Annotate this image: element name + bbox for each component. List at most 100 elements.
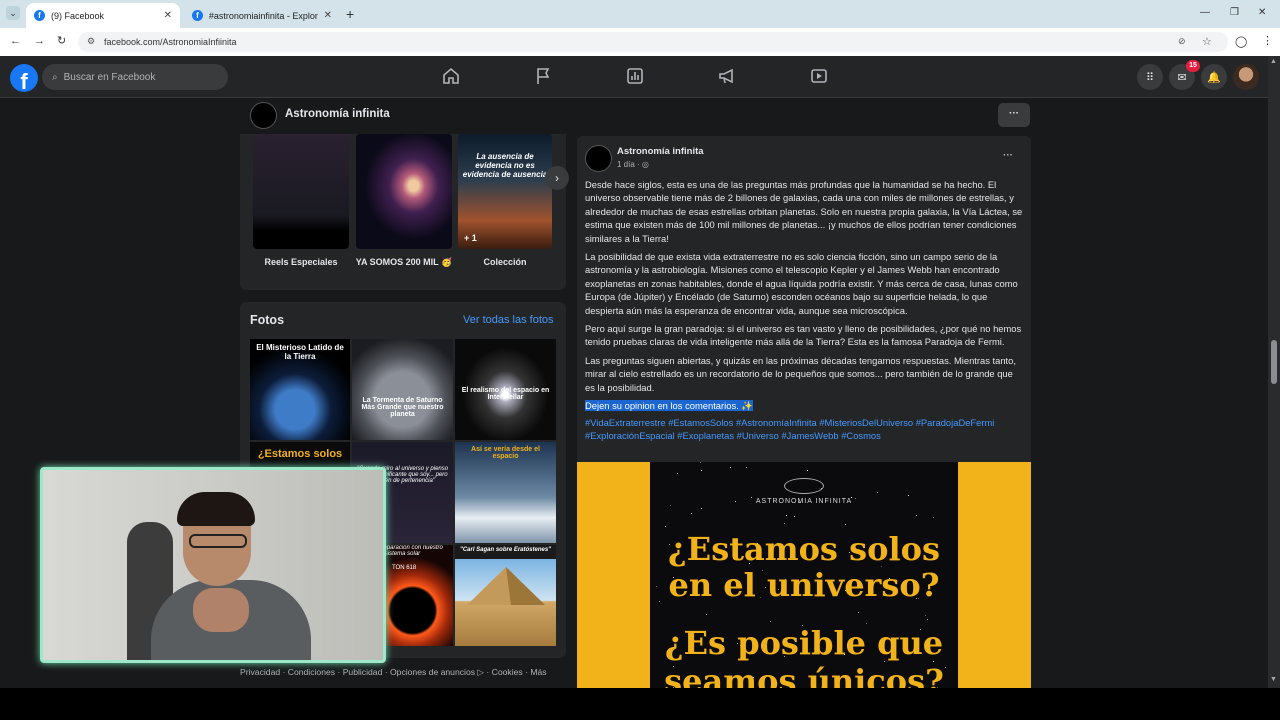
featured-item-reels[interactable] bbox=[253, 134, 349, 249]
poster-star bbox=[691, 513, 692, 514]
tab-search-icon[interactable]: ⌄ bbox=[6, 6, 20, 20]
poster-star bbox=[701, 470, 702, 471]
new-tab-button[interactable]: + bbox=[346, 6, 354, 22]
featured-item-coleccion[interactable]: La ausencia de evidencia no es evidencia… bbox=[458, 134, 552, 249]
post-author-name[interactable]: Astronomía infinita bbox=[617, 146, 704, 157]
avatar[interactable] bbox=[1233, 64, 1259, 90]
ads-megaphone-icon[interactable] bbox=[717, 66, 737, 86]
webcam-person-hand bbox=[193, 588, 249, 632]
extension-muted-icon[interactable]: ⊘ bbox=[1178, 36, 1186, 47]
page-header: Astronomía infinita ··· bbox=[0, 98, 1268, 134]
page-title: Astronomía infinita bbox=[285, 108, 390, 120]
post-body: Desde hace siglos, esta es una de las pr… bbox=[585, 178, 1023, 442]
facebook-favicon-icon: f bbox=[192, 10, 203, 21]
poster-line-4: seamos únicos? bbox=[664, 662, 944, 688]
search-icon: ⌕ bbox=[52, 71, 58, 83]
browser-address-bar: ← → ↻ ⚙ facebook.com/AstronomiaInfiinita… bbox=[0, 28, 1280, 56]
notifications-bell-icon[interactable]: 🔔 bbox=[1201, 64, 1227, 90]
featured-overlay-text: La ausencia de evidencia no es evidencia… bbox=[462, 152, 548, 179]
photo-thumb[interactable]: La Tormenta de Saturno Más Grande que nu… bbox=[352, 339, 453, 440]
post-menu-button[interactable]: ··· bbox=[1003, 150, 1013, 161]
page-scrollbar[interactable]: ▲ ▼ bbox=[1268, 56, 1280, 688]
notification-badge: 15 bbox=[1186, 60, 1200, 72]
screen-bottom-bar bbox=[0, 688, 1280, 720]
globe-icon: ◎ bbox=[641, 160, 649, 169]
poster-star bbox=[706, 614, 707, 615]
back-icon[interactable]: ← bbox=[10, 35, 21, 47]
page-more-button[interactable]: ··· bbox=[998, 103, 1030, 127]
poster-line-3: ¿Es posible que bbox=[664, 624, 944, 662]
poster-star bbox=[925, 615, 926, 616]
poster-star bbox=[927, 619, 928, 620]
poster-star bbox=[786, 515, 787, 516]
scroll-up-icon[interactable]: ▲ bbox=[1270, 58, 1277, 65]
poster-star bbox=[877, 492, 878, 493]
post-time: 1 día · ◎ bbox=[617, 160, 649, 169]
poster-star bbox=[670, 505, 671, 506]
poster-line-1: ¿Estamos solos bbox=[668, 530, 940, 568]
browser-menu-icon[interactable]: ⋮ bbox=[1262, 34, 1273, 47]
tab-title: #astronomiainfinita - Explorar bbox=[208, 10, 318, 21]
photo-thumb[interactable]: El realismo del espacio en Interstellar bbox=[455, 339, 556, 440]
close-window-icon[interactable]: ✕ bbox=[1258, 7, 1266, 18]
featured-label: Colección bbox=[483, 257, 527, 267]
photos-title: Fotos bbox=[250, 313, 285, 327]
url-input[interactable]: ⚙ facebook.com/AstronomiaInfiinita ⊘ ☆ bbox=[78, 32, 1228, 52]
photo-thumb[interactable]: "Carl Sagan sobre Eratóstenes" bbox=[455, 545, 556, 646]
poster-star bbox=[908, 495, 909, 496]
bookmark-star-icon[interactable]: ☆ bbox=[1202, 35, 1212, 48]
forward-icon[interactable]: → bbox=[34, 35, 45, 47]
photo-caption: La Tormenta de Saturno Más Grande que nu… bbox=[361, 397, 444, 418]
post-author-avatar[interactable] bbox=[585, 145, 612, 172]
poster-star bbox=[677, 473, 678, 474]
poster-star bbox=[933, 517, 934, 518]
profile-icon[interactable]: ◯ bbox=[1235, 35, 1247, 48]
post-paragraph: La posibilidad de que exista vida extrat… bbox=[585, 251, 1018, 316]
post-time-text: 1 día · bbox=[617, 160, 642, 169]
search-input[interactable]: ⌕ Buscar en Facebook bbox=[42, 64, 228, 90]
featured-card: La ausencia de evidencia no es evidencia… bbox=[240, 134, 569, 290]
close-tab-icon[interactable]: ✕ bbox=[164, 10, 172, 21]
close-tab-icon[interactable]: ✕ bbox=[324, 10, 332, 21]
restore-window-icon[interactable]: ❐ bbox=[1230, 7, 1239, 18]
scrollbar-thumb[interactable] bbox=[1271, 340, 1277, 384]
photo-thumb[interactable]: El Misterioso Latido de la Tierra bbox=[250, 339, 350, 440]
facebook-top-bar: f ⌕ Buscar en Facebook bbox=[0, 56, 1280, 98]
home-icon[interactable] bbox=[441, 66, 461, 86]
post-hashtags[interactable]: #VidaExtraterrestre #EstamosSolos #Astro… bbox=[585, 416, 1023, 442]
poster-starfield: ASTRONOMIA INFINITA ¿Estamos solos en el… bbox=[650, 462, 958, 688]
poster-star bbox=[770, 621, 771, 622]
photo-caption: El realismo del espacio en Interstellar bbox=[461, 387, 550, 401]
post-paragraph: Las preguntas siguen abiertas, y quizás … bbox=[585, 354, 1016, 393]
poster-star bbox=[700, 462, 701, 463]
site-info-icon[interactable]: ⚙ bbox=[87, 36, 95, 47]
photo-thumb[interactable]: Así se vería desde el espacio bbox=[455, 442, 556, 543]
menu-grid-icon[interactable]: ⠿ bbox=[1137, 64, 1163, 90]
webcam-overlay bbox=[40, 467, 386, 663]
photo-caption: ¿Estamos solos bbox=[257, 448, 343, 460]
carousel-next-button[interactable]: › bbox=[545, 166, 569, 190]
tab-explorar[interactable]: f #astronomiainfinita - Explorar ✕ bbox=[184, 3, 340, 28]
post-card: Astronomía infinita 1 día · ◎ ··· Desde … bbox=[577, 136, 1031, 688]
poster-logo-icon bbox=[784, 478, 824, 494]
pages-flag-icon[interactable] bbox=[533, 66, 553, 86]
post-image[interactable]: ASTRONOMIA INFINITA ¿Estamos solos en el… bbox=[577, 462, 1031, 688]
poster-star bbox=[845, 524, 846, 525]
tab-facebook[interactable]: f (9) Facebook ✕ bbox=[26, 3, 180, 28]
see-all-photos-link[interactable]: Ver todas las fotos bbox=[463, 314, 554, 326]
poster-star bbox=[794, 516, 795, 517]
poster-star bbox=[784, 523, 785, 524]
page-avatar[interactable] bbox=[250, 102, 277, 129]
browser-tab-bar: ⌄ f (9) Facebook ✕ f #astronomiainfinita… bbox=[0, 0, 1280, 28]
poster-star bbox=[701, 508, 702, 509]
minimize-window-icon[interactable]: — bbox=[1200, 7, 1210, 18]
footer-links[interactable]: Privacidad · Condiciones · Publicidad · … bbox=[240, 667, 547, 678]
url-text: facebook.com/AstronomiaInfiinita bbox=[104, 37, 237, 47]
poster-star bbox=[730, 467, 731, 468]
video-icon[interactable] bbox=[809, 66, 829, 86]
facebook-logo-icon[interactable]: f bbox=[10, 64, 38, 92]
featured-item-200mil[interactable] bbox=[356, 134, 452, 249]
insights-icon[interactable] bbox=[625, 66, 645, 86]
reload-icon[interactable]: ↻ bbox=[57, 34, 66, 47]
scroll-down-icon[interactable]: ▼ bbox=[1270, 676, 1277, 683]
